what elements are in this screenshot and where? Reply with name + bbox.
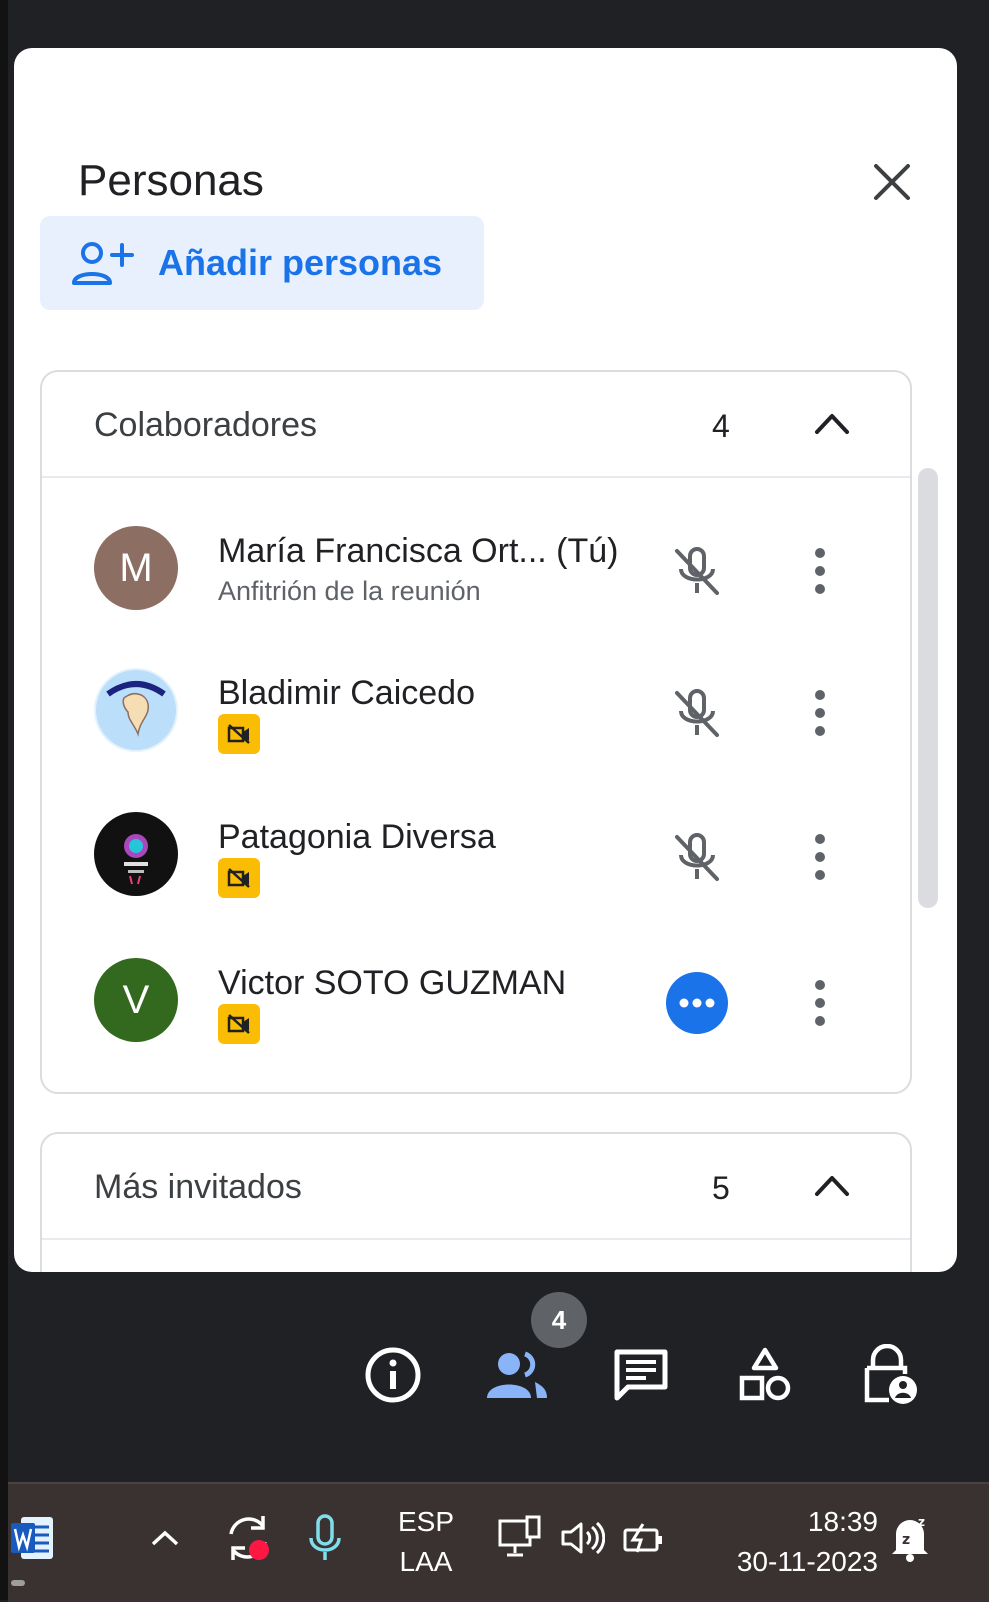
battery-charging-icon <box>623 1523 662 1553</box>
clock-date: 30-11-2023 <box>736 1546 878 1577</box>
participant-row: V Victor SOTO GUZMAN <box>42 958 910 1098</box>
word-app-button[interactable] <box>8 1506 58 1570</box>
avatar-initial: M <box>119 545 153 590</box>
more-invited-section: Más invitados 5 <box>40 1132 912 1272</box>
panel-title: Personas <box>78 156 264 205</box>
organization-logo-icon <box>96 670 176 750</box>
chat-button[interactable] <box>606 1340 676 1410</box>
collaborators-collapse-button[interactable] <box>802 398 862 448</box>
more-options-button[interactable] <box>792 678 848 748</box>
show-hidden-icons-button[interactable] <box>140 1508 190 1568</box>
avatar: V <box>94 958 178 1042</box>
participant-name: Bladimir Caicedo <box>218 674 475 712</box>
network-button[interactable] <box>494 1506 546 1570</box>
keyboard-layout: LAA <box>399 1546 453 1577</box>
taskbar: ESP LAA 18:39 30-11-2023 z z <box>8 1482 989 1602</box>
camera-off-badge <box>218 858 260 898</box>
participant-row: Patagonia Diversa <box>42 812 910 952</box>
people-button[interactable] <box>482 1340 552 1410</box>
more-vert-icon <box>815 690 825 736</box>
people-icon <box>487 1351 547 1398</box>
participant-row: M María Francisca Ort... (Tú) Anfitrión … <box>42 526 910 666</box>
mic-button[interactable] <box>662 678 732 748</box>
camera-off-icon <box>227 1014 250 1034</box>
add-people-button[interactable]: Añadir personas <box>40 216 484 310</box>
participant-row: Bladimir Caicedo <box>42 668 910 808</box>
word-icon <box>11 1517 53 1559</box>
mic-off-icon <box>675 833 719 881</box>
camera-off-icon <box>227 868 250 888</box>
more-vert-icon <box>815 548 825 594</box>
input-language-button[interactable]: ESP LAA <box>382 1494 470 1590</box>
camera-off-badge <box>218 714 260 754</box>
more-invited-title: Más invitados <box>94 1168 302 1206</box>
mic-off-icon <box>675 547 719 595</box>
avatar <box>94 668 178 752</box>
language-code: ESP <box>397 1506 455 1537</box>
network-icon <box>498 1515 541 1557</box>
more-vert-icon <box>815 834 825 880</box>
participant-name: Patagonia Diversa <box>218 818 496 856</box>
clock-button[interactable]: 18:39 30-11-2023 <box>696 1490 878 1594</box>
microphone-in-use-button[interactable] <box>300 1504 350 1572</box>
svg-text:z: z <box>902 1532 910 1548</box>
lock-person-icon <box>864 1344 917 1404</box>
people-panel: Personas Añadir personas Colaboradores 4 <box>14 48 957 1272</box>
chevron-up-icon <box>815 414 849 434</box>
activities-button[interactable] <box>730 1340 800 1410</box>
more-invited-header: Más invitados 5 <box>42 1134 910 1240</box>
collaborators-header: Colaboradores 4 <box>42 372 910 478</box>
participant-name: Victor SOTO GUZMAN <box>218 964 567 1002</box>
more-invited-count: 5 <box>712 1170 730 1206</box>
collaborators-count: 4 <box>712 408 730 444</box>
avatar <box>94 812 178 896</box>
avatar: M <box>94 526 178 610</box>
mic-button[interactable] <box>662 536 732 606</box>
app-running-indicator <box>8 1578 28 1588</box>
close-button[interactable] <box>862 152 922 212</box>
notifications-button[interactable]: z z <box>880 1506 940 1570</box>
window-edge <box>0 0 8 1600</box>
panel-scrollbar[interactable] <box>918 468 938 908</box>
collaborators-section: Colaboradores 4 M María Francisca Ort...… <box>40 370 912 1094</box>
participant-role: Anfitrión de la reunión <box>218 576 481 606</box>
close-icon <box>874 164 910 200</box>
chevron-up-icon <box>815 1176 849 1196</box>
svg-text:z: z <box>918 1515 925 1529</box>
host-controls-button[interactable] <box>854 1340 924 1410</box>
notifications-snooze-icon: z z <box>892 1515 928 1562</box>
more-vert-icon <box>815 980 825 1026</box>
shapes-icon <box>739 1347 791 1401</box>
avatar-initial: V <box>122 977 150 1022</box>
sync-status-button[interactable] <box>216 1504 280 1572</box>
sync-error-icon <box>229 1516 269 1560</box>
info-icon <box>365 1347 421 1403</box>
add-people-label: Añadir personas <box>158 242 443 283</box>
battery-button[interactable] <box>616 1506 672 1570</box>
more-invited-collapse-button[interactable] <box>802 1160 862 1210</box>
more-options-button[interactable] <box>792 822 848 892</box>
camera-off-icon <box>227 724 250 744</box>
microphone-icon <box>309 1514 341 1560</box>
collaborators-title: Colaboradores <box>94 406 318 444</box>
clock-time: 18:39 <box>807 1506 878 1537</box>
more-options-button[interactable] <box>792 536 848 606</box>
chat-icon <box>614 1349 668 1401</box>
speaking-indicator[interactable] <box>662 968 732 1038</box>
add-person-icon <box>72 239 134 287</box>
more-options-button[interactable] <box>792 968 848 1038</box>
organization-logo-icon <box>96 814 176 894</box>
mic-button[interactable] <box>662 822 732 892</box>
volume-button[interactable] <box>554 1506 610 1570</box>
chevron-up-icon <box>151 1530 179 1546</box>
mic-off-icon <box>675 689 719 737</box>
participant-name: María Francisca Ort... (Tú) <box>218 532 619 570</box>
speaker-icon <box>561 1521 605 1555</box>
camera-off-badge <box>218 1004 260 1044</box>
speaking-icon <box>666 972 728 1034</box>
meeting-details-button[interactable] <box>358 1340 428 1410</box>
